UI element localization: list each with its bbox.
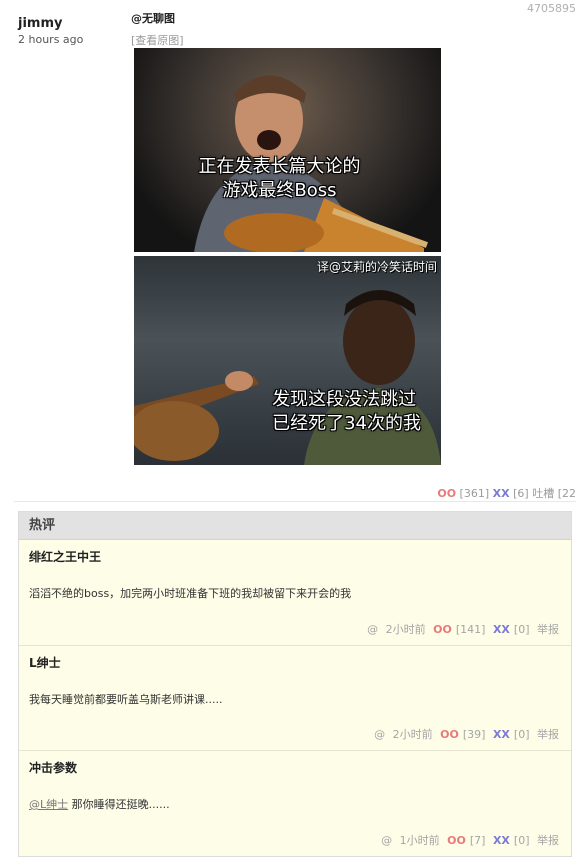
comment-xx-count: [0]	[513, 623, 530, 636]
view-original-link[interactable]: [查看原图]	[131, 32, 184, 48]
meme-image-top[interactable]: 正在发表长篇大论的 游戏最终Boss	[134, 48, 441, 252]
reply-at-button[interactable]: @	[374, 728, 385, 741]
post-oo-count: [361]	[459, 487, 490, 500]
section-divider	[14, 501, 576, 502]
post-time: 2 hours ago	[18, 33, 84, 46]
comment-item: 冲击参数 @L绅士 那你睡得还挺晚...... @ 1小时前 OO [7] XX[…	[19, 751, 571, 856]
tucao-link[interactable]: 吐槽 [22	[532, 487, 576, 500]
comment-oo-count: [141]	[455, 623, 486, 636]
meme-image-bottom[interactable]: 译@艾莉的冷笑话时间 发现这段没法跳过 已经死了34次的我	[134, 256, 441, 465]
comment-author[interactable]: 绯红之王中王	[29, 540, 561, 565]
reply-at-button[interactable]: @	[381, 834, 392, 847]
image-watermark: 译@艾莉的冷笑话时间	[316, 260, 437, 274]
bottom-caption: 发现这段没法跳过 已经死了34次的我	[272, 388, 421, 436]
comment-oo-button[interactable]: OO	[433, 623, 452, 636]
comment-time: 2小时前	[385, 623, 426, 636]
post-xx-button[interactable]: XX	[493, 487, 510, 500]
comment-item: L绅士 我每天睡觉前都要听盖乌斯老师讲课..... @ 2小时前 OO [39] …	[19, 646, 571, 751]
comment-xx-button[interactable]: XX	[493, 834, 510, 847]
comment-author[interactable]: 冲击参数	[29, 751, 561, 776]
reply-at-button[interactable]: @	[367, 623, 378, 636]
comment-xx-count: [0]	[513, 728, 530, 741]
comment-oo-button[interactable]: OO	[447, 834, 466, 847]
comment-oo-count: [39]	[462, 728, 486, 741]
hot-comments-header: 热评	[19, 512, 571, 540]
bottom-caption-line-1: 发现这段没法跳过	[272, 389, 417, 410]
mention-link[interactable]: @L绅士	[29, 798, 68, 811]
post-vote-row: OO [361] XX [6] 吐槽 [22	[437, 485, 576, 501]
comment-meta: @ 2小时前 OO [141] XX [0] 举报	[363, 621, 559, 637]
author-name[interactable]: jimmy	[18, 16, 83, 31]
post-title: @无聊图	[131, 12, 175, 25]
comment-oo-count: [7]	[469, 834, 486, 847]
comment-author[interactable]: L绅士	[29, 646, 561, 671]
comment-time: 2小时前	[392, 728, 433, 741]
hot-comments-panel: 热评 绯红之王中王 滔滔不绝的boss，加完两小时班准备下班的我却被留下来开会的…	[18, 511, 572, 857]
comment-meta: @ 2小时前 OO [39] XX [0] 举报	[370, 726, 559, 742]
comment-text-body: 那你睡得还挺晚......	[68, 798, 170, 811]
post-xx-count: [6]	[513, 487, 529, 500]
report-button[interactable]: 举报	[537, 623, 559, 636]
report-button[interactable]: 举报	[537, 834, 559, 847]
report-button[interactable]: 举报	[537, 728, 559, 741]
comment-meta: @ 1小时前 OO [7] XX [0] 举报	[377, 832, 559, 848]
post-id: 4705895	[527, 2, 576, 15]
comment-time: 1小时前	[399, 834, 440, 847]
comment-text: 滔滔不绝的boss，加完两小时班准备下班的我却被留下来开会的我	[29, 587, 352, 600]
post-author-block: jimmy 2 hours ago	[18, 16, 83, 46]
top-caption-line-2: 游戏最终Boss	[222, 180, 337, 201]
comment-xx-count: [0]	[513, 834, 530, 847]
comment-item: 绯红之王中王 滔滔不绝的boss，加完两小时班准备下班的我却被留下来开会的我 @…	[19, 540, 571, 646]
comment-xx-button[interactable]: XX	[493, 623, 510, 636]
post-oo-button[interactable]: OO	[437, 487, 456, 500]
comment-xx-button[interactable]: XX	[493, 728, 510, 741]
comment-text: 我每天睡觉前都要听盖乌斯老师讲课.....	[29, 693, 223, 706]
bottom-caption-line-2: 已经死了34次的我	[272, 413, 421, 434]
comment-text: @L绅士 那你睡得还挺晚......	[29, 796, 561, 812]
post-header: @无聊图 [查看原图]	[131, 10, 184, 48]
top-caption-line-1: 正在发表长篇大论的	[198, 156, 361, 177]
comment-oo-button[interactable]: OO	[440, 728, 459, 741]
singer-illustration	[194, 75, 428, 252]
top-caption: 正在发表长篇大论的 游戏最终Boss	[174, 155, 385, 203]
